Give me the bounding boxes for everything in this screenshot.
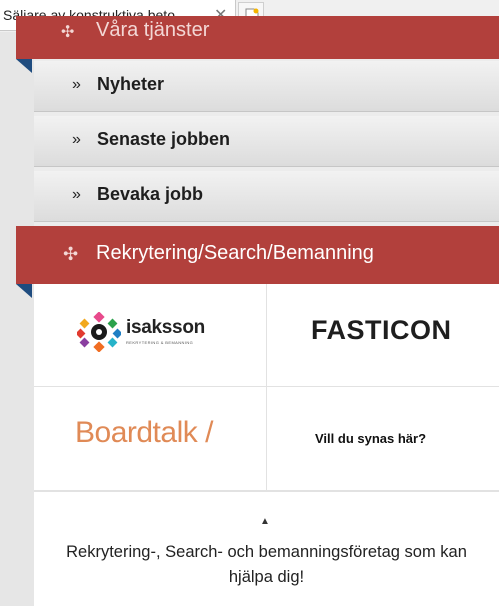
move-arrows-icon: ✣: [61, 24, 75, 41]
isaksson-wordmark: isaksson: [126, 317, 205, 338]
ribbon-fold: [16, 284, 32, 298]
move-arrows-icon: ✣: [63, 244, 79, 264]
partner-card-fasticon[interactable]: FASTICON: [267, 284, 499, 387]
menu-item-senaste-jobben[interactable]: » Senaste jobben: [34, 116, 499, 167]
menu-item-label: Bevaka jobb: [97, 184, 204, 204]
chevron-right-icon: »: [72, 76, 81, 93]
section-header-recruitment[interactable]: ✣ Rekrytering/Search/Bemanning: [16, 226, 499, 284]
caret-up-icon[interactable]: ▲: [260, 516, 270, 527]
section-header-services[interactable]: ✣ Våra tjänster: [16, 16, 499, 59]
advertise-here-text: Vill du synas här?: [315, 431, 427, 446]
left-gutter: [0, 32, 34, 606]
chevron-right-icon: »: [72, 131, 81, 148]
ribbon-fold: [16, 59, 32, 73]
fasticon-logo: FASTICON: [311, 315, 452, 345]
partner-card-isaksson[interactable]: isaksson REKRYTERING & BEMANNING: [34, 284, 267, 387]
section-header-label: Våra tjänster: [96, 19, 210, 41]
isaksson-logo-mark: [77, 312, 121, 352]
section-header-label: Rekrytering/Search/Bemanning: [96, 242, 374, 264]
footer-caption: Rekrytering-, Search- och bemanningsföre…: [66, 543, 467, 586]
chevron-right-icon: »: [72, 186, 81, 203]
menu-item-label: Nyheter: [97, 74, 165, 94]
partner-card-placeholder[interactable]: Vill du synas här?: [267, 387, 499, 491]
menu-item-bevaka-jobb[interactable]: » Bevaka jobb: [34, 171, 499, 222]
recruitment-footer: ▲ Rekrytering-, Search- och bemanningsfö…: [34, 491, 499, 606]
menu-item-label: Senaste jobben: [97, 129, 231, 149]
menu-item-nyheter[interactable]: » Nyheter: [34, 61, 499, 112]
boardtalk-logo: Boardtalk /: [75, 416, 213, 449]
partner-logo-grid: isaksson REKRYTERING & BEMANNING FASTICO…: [34, 284, 499, 491]
isaksson-tagline: REKRYTERING & BEMANNING: [126, 340, 194, 345]
partner-card-boardtalk[interactable]: Boardtalk /: [34, 387, 267, 491]
